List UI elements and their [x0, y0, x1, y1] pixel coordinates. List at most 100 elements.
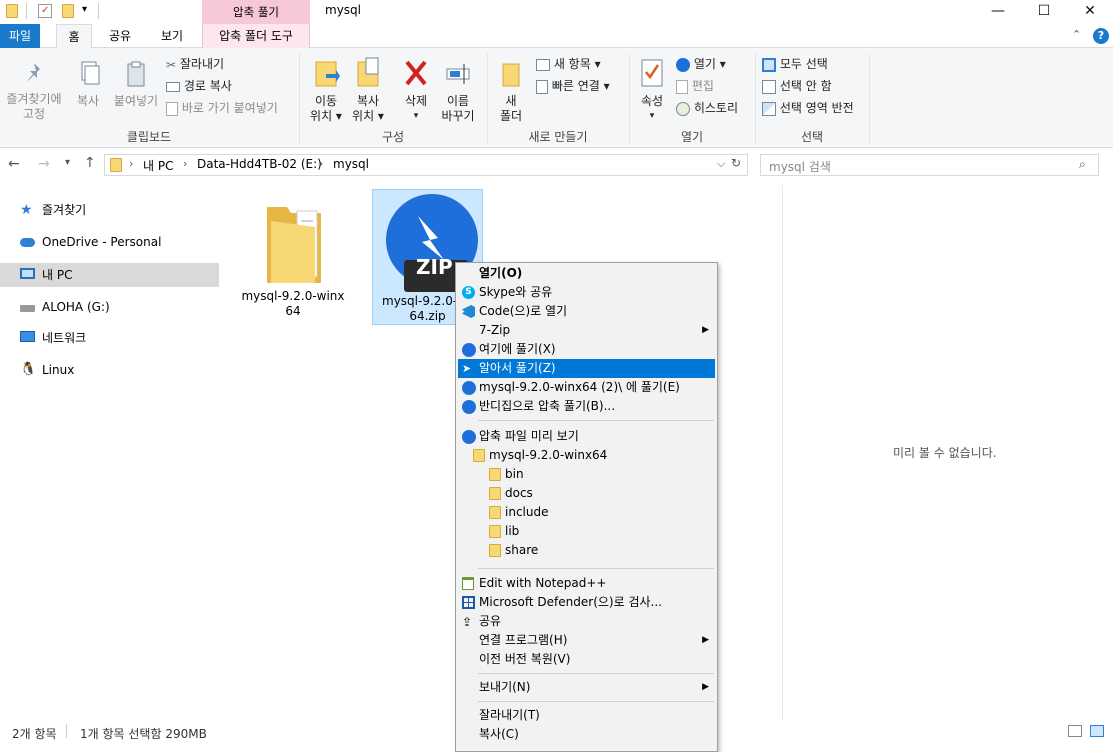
cut-button[interactable]: ✂ 잘라내기 [166, 54, 224, 74]
address-bar[interactable]: › 내 PC › Data-Hdd4TB-02 (E:) › mysql ⌵ ↻ [104, 154, 748, 176]
chevron-right-icon: › [319, 157, 324, 170]
no-preview-text: 미리 볼 수 없습니다. [893, 446, 997, 460]
defender-shield-icon [462, 596, 476, 610]
menu-item-archive-root-folder[interactable]: mysql-9.2.0-winx64 [458, 446, 715, 465]
menu-item-open-with[interactable]: 연결 프로그램(H) ▶ [458, 631, 715, 650]
address-dropdown-icon[interactable]: ⌵ [717, 157, 725, 171]
properties-button[interactable]: 속성 ▾ [634, 56, 670, 124]
pin-label-1: 즐겨찾기에 [6, 92, 62, 106]
menu-item-folder-lib[interactable]: lib [458, 522, 715, 541]
window-title: mysql [325, 3, 361, 17]
easy-access-button[interactable]: 빠른 연결 ▾ [536, 76, 610, 96]
edit-button[interactable]: 편집 [676, 76, 714, 96]
quick-access-dropdown-icon[interactable]: ▾ [82, 4, 87, 15]
menu-item-label: docs [505, 486, 533, 500]
folder-icon [473, 449, 485, 462]
up-arrow-icon[interactable]: ↑ [84, 155, 96, 171]
menu-item-cut[interactable]: 잘라내기(T) [458, 706, 715, 725]
help-icon[interactable]: ? [1093, 28, 1109, 44]
nav-item-aloha-drive[interactable]: ALOHA (G:) [0, 295, 219, 319]
maximize-button[interactable]: ☐ [1021, 0, 1067, 24]
invert-selection-button[interactable]: 선택 영역 반전 [762, 98, 854, 118]
menu-item-copy[interactable]: 복사(C) [458, 725, 715, 744]
menu-item-7zip[interactable]: 7-Zip ▶ [458, 321, 715, 340]
menu-item-preview-archive[interactable]: 압축 파일 미리 보기 [458, 427, 715, 446]
group-separator [869, 54, 870, 144]
tab-share[interactable]: 공유 [100, 24, 140, 48]
rename-button[interactable]: 이름 바꾸기 [436, 56, 480, 124]
recent-locations-icon[interactable]: ▾ [65, 157, 70, 168]
paste-shortcut-button[interactable]: 바로 가기 붙여넣기 [166, 98, 278, 118]
menu-item-open-with-code[interactable]: Code(으)로 열기 [458, 302, 715, 321]
menu-item-folder-bin[interactable]: bin [458, 465, 715, 484]
close-button[interactable]: ✕ [1067, 0, 1113, 24]
ribbon-tabs: 파일 홈 공유 보기 압축 폴더 도구 ⌃ ? [0, 24, 1113, 49]
select-none-button[interactable]: 선택 안 함 [762, 76, 832, 96]
tab-compressed-folder-tools[interactable]: 압축 폴더 도구 [202, 24, 310, 48]
nav-item-linux[interactable]: 🐧 Linux [0, 358, 219, 382]
tab-home[interactable]: 홈 [56, 24, 92, 49]
invert-selection-icon [762, 101, 776, 116]
paste-button[interactable]: 붙여넣기 [110, 60, 162, 109]
tab-view[interactable]: 보기 [152, 24, 192, 48]
menu-separator [478, 673, 714, 674]
new-folder-quick-icon[interactable] [62, 4, 74, 18]
menu-item-extract-to-folder[interactable]: mysql-9.2.0-winx64 (2)\ 에 풀기(E) [458, 378, 715, 397]
nav-item-network[interactable]: 네트워크 [0, 326, 219, 350]
menu-item-extract-with-bandizip[interactable]: 반디집으로 압축 풀기(B)... [458, 397, 715, 416]
menu-item-folder-share[interactable]: share [458, 541, 715, 560]
copy-button[interactable]: 복사 [70, 60, 106, 109]
menu-item-label: 이전 버전 복원(V) [479, 652, 571, 666]
menu-item-skype-share[interactable]: S Skype와 공유 [458, 283, 715, 302]
large-icons-view-icon[interactable] [1090, 725, 1104, 737]
menu-item-label: include [505, 505, 549, 519]
tab-file[interactable]: 파일 [0, 24, 40, 48]
submenu-arrow-icon: ▶ [702, 635, 709, 645]
collapse-ribbon-icon[interactable]: ⌃ [1072, 28, 1081, 41]
breadcrumb-mysql[interactable]: mysql [333, 157, 369, 171]
menu-item-send-to[interactable]: 보내기(N) ▶ [458, 678, 715, 697]
menu-item-extract-here[interactable]: 여기에 풀기(X) [458, 340, 715, 359]
open-button[interactable]: 열기 ▾ [676, 54, 726, 74]
move-to-button[interactable]: 이동 위치 ▾ [304, 56, 348, 124]
nav-item-onedrive[interactable]: OneDrive - Personal [0, 230, 219, 254]
menu-item-folder-include[interactable]: include [458, 503, 715, 522]
rename-label-2: 바꾸기 [441, 109, 475, 123]
forward-arrow-icon[interactable]: → [38, 156, 50, 172]
folder-icon [267, 207, 321, 283]
new-folder-label-2: 폴더 [499, 109, 523, 123]
nav-item-this-pc[interactable]: 내 PC [0, 263, 219, 287]
properties-quick-icon[interactable]: ✓ [38, 4, 52, 18]
select-all-button[interactable]: 모두 선택 [762, 54, 828, 74]
pin-label-2: 고정 [22, 107, 46, 121]
file-item-folder[interactable]: mysql-9.2.0-winx 64 [241, 197, 345, 325]
menu-item-label: mysql-9.2.0-winx64 [489, 448, 608, 462]
breadcrumb-drive[interactable]: Data-Hdd4TB-02 (E:) [197, 157, 322, 171]
breadcrumb-this-pc[interactable]: 내 PC [143, 157, 173, 174]
delete-button[interactable]: 삭제 ▾ [396, 56, 436, 124]
back-arrow-icon[interactable]: ← [8, 156, 20, 172]
copy-to-button[interactable]: 복사 위치 ▾ [346, 56, 390, 124]
history-button[interactable]: 히스토리 [676, 98, 738, 118]
menu-item-folder-docs[interactable]: docs [458, 484, 715, 503]
menu-item-defender-scan[interactable]: Microsoft Defender(으)로 검사... [458, 593, 715, 612]
search-icon[interactable]: ⌕ [1079, 157, 1086, 172]
copy-path-button[interactable]: 경로 복사 [166, 76, 232, 96]
refresh-icon[interactable]: ↻ [731, 156, 741, 170]
menu-item-edit-notepadpp[interactable]: Edit with Notepad++ [458, 574, 715, 593]
menu-item-share[interactable]: ⇪ 공유 [458, 612, 715, 631]
bandizip-icon: ➤ [462, 362, 472, 375]
new-folder-button[interactable]: 새 폴더 [494, 56, 528, 124]
pin-quick-access-button[interactable]: 즐겨찾기에 고정 [2, 60, 66, 122]
new-item-button[interactable]: 새 항목 ▾ [536, 54, 601, 74]
menu-item-open[interactable]: 열기(O) [458, 264, 715, 283]
minimize-button[interactable]: — [975, 0, 1021, 24]
nav-item-favorites[interactable]: ★ 즐겨찾기 [0, 198, 219, 222]
bandizip-icon [462, 400, 476, 414]
menu-item-restore-previous[interactable]: 이전 버전 복원(V) [458, 650, 715, 669]
menu-item-label: Code(으)로 열기 [479, 304, 568, 318]
search-input-placeholder[interactable]: mysql 검색 [769, 158, 831, 175]
details-view-icon[interactable] [1068, 725, 1082, 737]
search-box[interactable]: mysql 검색 ⌕ [760, 154, 1099, 176]
menu-item-smart-extract[interactable]: ➤ 알아서 풀기(Z) [458, 359, 715, 378]
